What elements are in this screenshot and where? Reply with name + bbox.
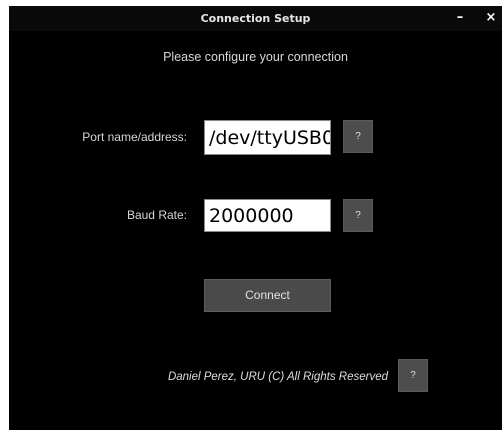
baud-rate-help-button[interactable]: ? (343, 199, 373, 232)
about-help-button[interactable]: ? (398, 359, 428, 392)
connection-setup-window: Connection Setup – × Please configure yo… (9, 6, 502, 430)
close-icon[interactable]: × (483, 9, 499, 27)
baud-rate-label: Baud Rate: (126, 208, 187, 222)
baud-rate-input[interactable] (204, 199, 331, 232)
copyright-text: Daniel Perez, URU (C) All Rights Reserve… (167, 371, 388, 383)
window-title: Connection Setup (200, 12, 311, 25)
port-label: Port name/address: (82, 130, 187, 144)
port-input[interactable] (204, 120, 331, 155)
port-help-button[interactable]: ? (343, 120, 373, 153)
instruction-text: Please configure your connection (163, 50, 348, 64)
connect-button[interactable]: Connect (204, 279, 331, 312)
title-bar[interactable]: Connection Setup – × (9, 6, 502, 31)
minimize-icon[interactable]: – (452, 9, 468, 27)
screen: Connection Setup – × Please configure yo… (0, 0, 502, 430)
